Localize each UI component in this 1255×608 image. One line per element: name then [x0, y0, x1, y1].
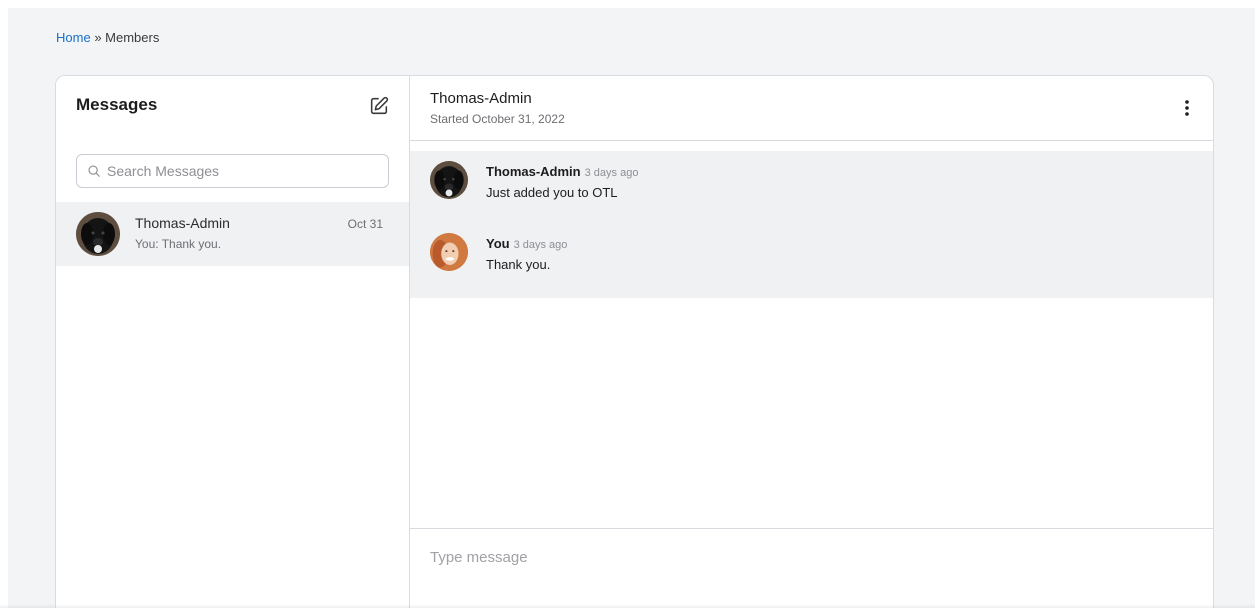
- message-list: Thomas-Admin 3 days ago Just added you to…: [410, 151, 1213, 298]
- compose-button[interactable]: [368, 95, 390, 117]
- messages-sidebar: Messages Search Messages Thomas-Admin Yo…: [56, 76, 410, 608]
- sidebar-title: Messages: [76, 95, 158, 114]
- thread-item[interactable]: Thomas-Admin You: Thank you. Oct 31: [56, 202, 409, 266]
- dog-avatar-image: [76, 212, 120, 256]
- messages-card: Messages Search Messages Thomas-Admin Yo…: [55, 75, 1214, 608]
- dog-avatar-image: [430, 161, 468, 199]
- breadcrumb-home-link[interactable]: Home: [56, 30, 91, 45]
- compose-icon: [370, 96, 389, 115]
- message-composer: [410, 528, 1213, 608]
- left-strip: [0, 0, 8, 608]
- message-text: Thank you.: [486, 257, 551, 272]
- message-author-name: You: [486, 236, 510, 251]
- search-box: [76, 154, 389, 188]
- search-input[interactable]: [107, 163, 377, 179]
- conversation-title: Thomas-Admin: [430, 90, 532, 107]
- thread-name: Thomas-Admin: [135, 215, 230, 231]
- user-avatar-image: [430, 233, 468, 271]
- message-time: 3 days ago: [513, 239, 568, 251]
- message-time: 3 days ago: [584, 167, 639, 179]
- message-input[interactable]: [430, 549, 1190, 579]
- message-author: You 3 days ago: [486, 236, 567, 251]
- conversation-panel: Thomas-Admin Started October 31, 2022 Th…: [410, 76, 1213, 608]
- search-icon: [88, 165, 100, 177]
- message-text: Just added you to OTL: [486, 185, 618, 200]
- conversation-menu-button[interactable]: [1183, 98, 1191, 118]
- conversation-header: Thomas-Admin Started October 31, 2022: [410, 76, 1213, 141]
- message-avatar: [430, 233, 468, 271]
- top-strip: [0, 0, 1255, 8]
- message-avatar: [430, 161, 468, 199]
- message-item: You 3 days ago Thank you.: [410, 225, 1213, 285]
- message-item: Thomas-Admin 3 days ago Just added you to…: [410, 153, 1213, 213]
- breadcrumb-current: Members: [105, 30, 160, 45]
- breadcrumb-separator: »: [94, 30, 102, 45]
- bottom-shadow: [0, 604, 1255, 608]
- thread-preview: You: Thank you.: [135, 237, 222, 251]
- conversation-started-date: Started October 31, 2022: [430, 112, 565, 126]
- more-vertical-icon: [1185, 100, 1189, 116]
- breadcrumb: Home » Members: [56, 30, 159, 45]
- thread-avatar: [76, 212, 120, 256]
- thread-date: Oct 31: [347, 217, 383, 231]
- message-author: Thomas-Admin 3 days ago: [486, 164, 638, 179]
- message-author-name: Thomas-Admin: [486, 164, 581, 179]
